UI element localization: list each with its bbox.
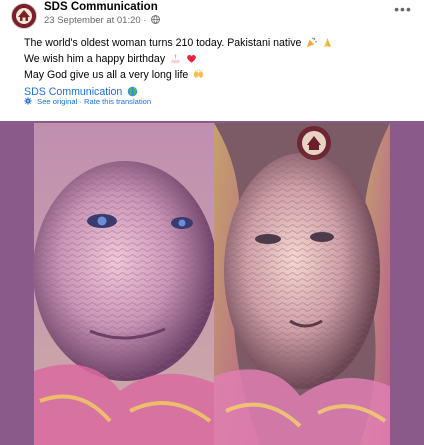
page-avatar[interactable] [11, 3, 37, 29]
translation-bar: See original · Rate this translation [24, 97, 151, 107]
translate-gear-icon [24, 97, 32, 107]
more-options-button[interactable]: ••• [392, 2, 414, 18]
post-line-1-text: The world's oldest woman turns 210 today… [24, 37, 302, 49]
rate-translation-link[interactable]: Rate this translation [84, 97, 151, 106]
post-header: SDS Communication 23 September at 01:20 … [0, 0, 424, 30]
public-globe-icon [151, 15, 161, 27]
birthday-cake-icon [170, 53, 181, 68]
post-line-2-text: We wish him a happy birthday [24, 53, 166, 66]
see-original-link[interactable]: See original [37, 97, 77, 106]
post-meta: 23 September at 01:20 · [44, 15, 161, 27]
raised-hands-icon [193, 69, 204, 84]
post-photo[interactable] [0, 121, 424, 445]
page-link[interactable]: SDS Communication [24, 86, 122, 98]
post-line-2: We wish him a happy birthday [24, 52, 414, 68]
folded-hands-icon [322, 37, 333, 52]
post-timestamp[interactable]: 23 September at 01:20 [44, 15, 141, 26]
heart-icon [186, 53, 197, 68]
post-message: The world's oldest woman turns 210 today… [24, 36, 414, 101]
post-line-3: May God give us all a very long life [24, 68, 414, 84]
photo-collage [0, 121, 424, 445]
meta-separator: · [143, 15, 147, 26]
watermark-logo [297, 126, 331, 160]
post-line-1: The world's oldest woman turns 210 today… [24, 36, 414, 52]
page-name-link[interactable]: SDS Communication [44, 1, 158, 13]
post-line-3-text: May God give us all a very long life [24, 69, 189, 82]
party-popper-icon [306, 37, 318, 52]
